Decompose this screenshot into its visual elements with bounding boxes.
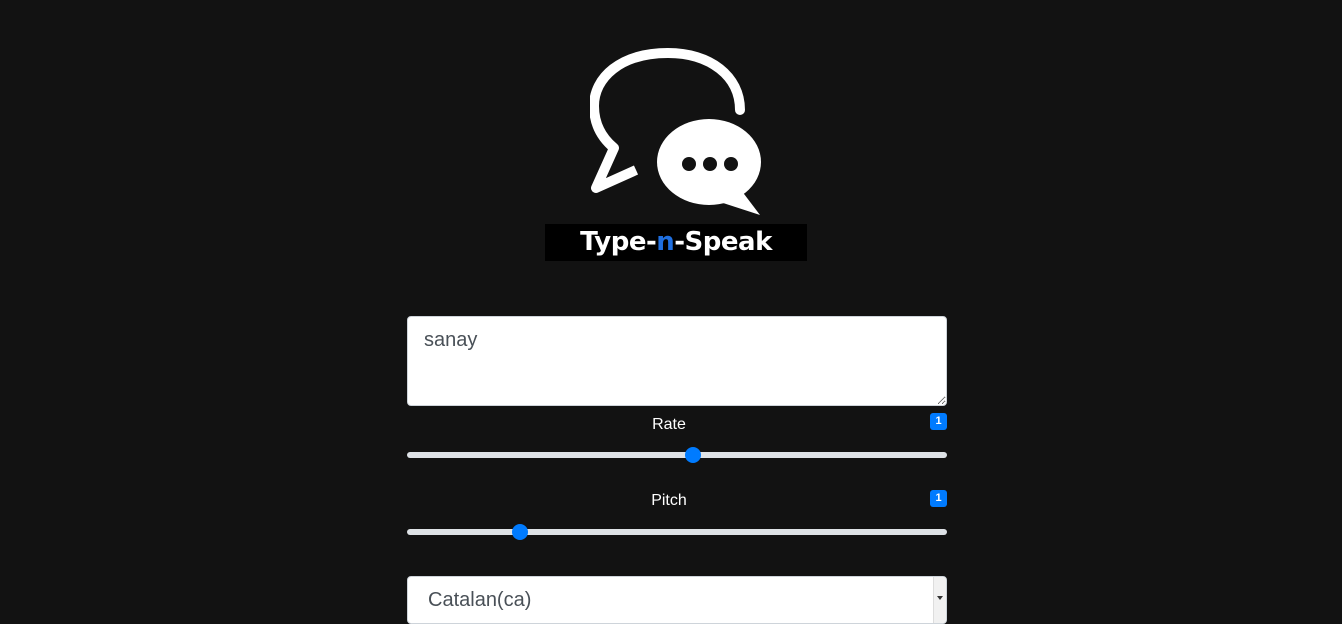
rate-slider[interactable] [407,447,947,463]
pitch-control: Pitch 1 [407,482,947,558]
rate-label: Rate [652,416,686,433]
pitch-value-badge: 1 [930,490,947,507]
chat-bubbles-icon [590,48,761,215]
voice-select-scrollbar[interactable] [933,577,946,623]
pitch-slider-thumb[interactable] [512,524,529,540]
rate-value-badge: 1 [930,413,947,430]
pitch-slider[interactable] [407,524,947,540]
brand-wordmark: Type-n-Speak [545,224,807,261]
voice-select[interactable]: Catalan(ca) [407,576,947,624]
brand-name-prefix: Type- [580,227,657,257]
brand-name-accent: n [656,227,675,257]
rate-control: Rate 1 [407,406,947,482]
speech-form: Rate 1 Pitch 1 [407,316,947,558]
brand-name-suffix: -Speak [674,227,772,257]
voice-select-value: Catalan(ca) [428,589,532,611]
chevron-down-icon [937,596,943,600]
pitch-label: Pitch [651,492,687,509]
rate-slider-thumb[interactable] [685,447,702,463]
speech-text-input[interactable] [407,316,947,406]
